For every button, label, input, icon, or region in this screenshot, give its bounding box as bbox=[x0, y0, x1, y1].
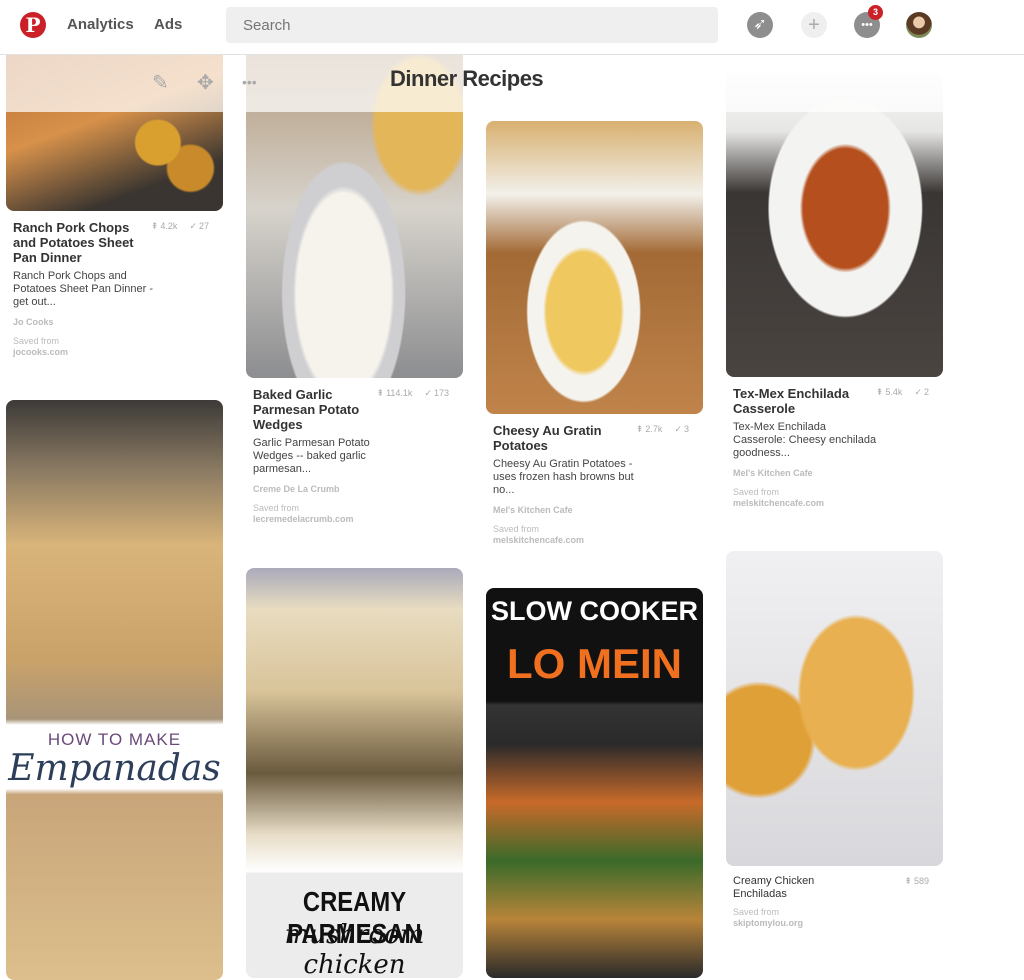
board-title: Dinner Recipes bbox=[390, 66, 544, 91]
notification-badge: 3 bbox=[868, 5, 883, 20]
pin-image-empanadas[interactable]: HOW TO MAKE Empanadas bbox=[6, 400, 223, 980]
image-text: mushroom chicken bbox=[284, 920, 425, 978]
more-icon[interactable]: ••• bbox=[242, 74, 257, 90]
pin-image-mushroom-chicken[interactable]: CREAMY PARMESAN mushroom chicken bbox=[246, 568, 463, 978]
pin-description: Tex-Mex Enchilada Casserole: Cheesy ench… bbox=[733, 421, 877, 459]
repin-count: 114.1k bbox=[386, 388, 413, 398]
repin-icon: ⇞ bbox=[150, 221, 159, 231]
image-text: SLOW COOKER bbox=[491, 596, 698, 626]
pencil-icon[interactable]: ✎ bbox=[152, 70, 169, 95]
pin-author[interactable]: Creme De La Crumb bbox=[253, 484, 456, 494]
pin-image-lo-mein[interactable]: SLOW COOKER LO MEIN bbox=[486, 588, 703, 978]
pin-title[interactable]: Tex-Mex Enchilada Casserole bbox=[733, 386, 858, 416]
image-text: LO MEIN bbox=[507, 640, 682, 687]
like-count: 27 bbox=[198, 221, 209, 231]
top-header: P Analytics Ads ➶ + ••• 3 bbox=[0, 0, 1024, 55]
avatar[interactable] bbox=[906, 12, 932, 38]
pin-enchilada-casserole: Tex-Mex Enchilada Casserole ⇞ 5.4k ✓ 2 Tex-… bbox=[726, 386, 943, 509]
nav-ads[interactable]: Ads bbox=[154, 16, 182, 33]
pin-description: Ranch Pork Chops and Potatoes Sheet Pan … bbox=[13, 270, 154, 308]
check-icon: ✓ bbox=[424, 388, 432, 398]
move-icon[interactable]: ✥ bbox=[197, 70, 214, 95]
plus-icon[interactable]: + bbox=[801, 12, 827, 38]
pin-author[interactable]: Mel's Kitchen Cafe bbox=[493, 505, 696, 515]
pin-title[interactable]: Cheesy Au Gratin Potatoes bbox=[493, 423, 618, 453]
pinterest-logo[interactable]: P bbox=[20, 12, 46, 38]
pin-image-creamy-enchiladas[interactable] bbox=[726, 551, 943, 866]
pin-domain[interactable]: melskitchencafe.com bbox=[493, 535, 696, 546]
check-icon: ✓ bbox=[914, 387, 922, 397]
pin-wedges: Baked Garlic Parmesan Potato Wedges ⇞ 114… bbox=[246, 387, 463, 525]
like-count: 2 bbox=[923, 387, 929, 397]
pin-description: Garlic Parmesan Potato Wedges -- baked g… bbox=[253, 437, 370, 475]
pin-author[interactable]: Jo Cooks bbox=[13, 317, 216, 327]
saved-from-label: Saved from bbox=[253, 503, 300, 513]
pin-image-au-gratin[interactable] bbox=[486, 121, 703, 414]
image-text: HOW TO MAKE bbox=[47, 730, 182, 749]
like-count: 3 bbox=[683, 424, 689, 434]
pin-creamy-enchiladas: Creamy Chicken Enchiladas ⇞ 589 Saved fro… bbox=[726, 875, 943, 929]
nav-analytics[interactable]: Analytics bbox=[67, 16, 134, 33]
saved-from-label: Saved from bbox=[13, 336, 60, 346]
pin-domain[interactable]: lecremedelacrumb.com bbox=[253, 514, 456, 525]
saved-from-label: Saved from bbox=[733, 907, 780, 917]
repin-icon: ⇞ bbox=[904, 876, 912, 886]
pin-image-enchilada-casserole[interactable] bbox=[726, 70, 943, 377]
search-input[interactable] bbox=[226, 7, 718, 43]
check-icon: ✓ bbox=[674, 424, 682, 434]
check-icon: ✓ bbox=[189, 221, 197, 231]
like-count: 173 bbox=[433, 388, 449, 398]
image-text: Empanadas bbox=[8, 748, 221, 789]
pin-title[interactable]: Ranch Pork Chops and Potatoes Sheet Pan … bbox=[13, 220, 138, 265]
pin-description: Cheesy Au Gratin Potatoes - uses frozen … bbox=[493, 458, 634, 496]
pin-pork-chops: Ranch Pork Chops and Potatoes Sheet Pan … bbox=[6, 220, 223, 358]
repin-count: 2.7k bbox=[645, 424, 663, 434]
repin-icon: ⇞ bbox=[875, 387, 884, 397]
compass-icon[interactable]: ➶ bbox=[747, 12, 773, 38]
pin-title[interactable]: Creamy Chicken Enchiladas bbox=[733, 875, 858, 901]
repin-count: 5.4k bbox=[885, 387, 903, 397]
saved-from-label: Saved from bbox=[733, 487, 780, 497]
pin-domain[interactable]: melskitchencafe.com bbox=[733, 498, 936, 509]
repin-count: 589 bbox=[913, 876, 929, 886]
pin-title[interactable]: Baked Garlic Parmesan Potato Wedges bbox=[253, 387, 378, 432]
repin-icon: ⇞ bbox=[376, 388, 385, 398]
pin-author[interactable]: Mel's Kitchen Cafe bbox=[733, 468, 936, 478]
repin-count: 4.2k bbox=[160, 221, 178, 231]
pin-au-gratin: Cheesy Au Gratin Potatoes ⇞ 2.7k ✓ 3 Cheesy… bbox=[486, 423, 703, 546]
pin-domain[interactable]: skiptomylou.org bbox=[733, 918, 936, 929]
repin-icon: ⇞ bbox=[635, 424, 644, 434]
pin-domain[interactable]: jocooks.com bbox=[13, 347, 216, 358]
saved-from-label: Saved from bbox=[493, 524, 540, 534]
